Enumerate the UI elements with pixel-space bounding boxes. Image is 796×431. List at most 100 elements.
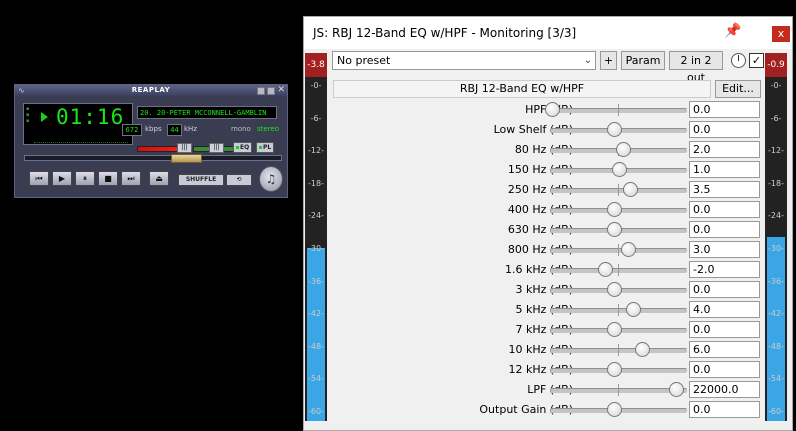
repeat-button[interactable]: ⟲ [226,174,252,186]
eq-toggle-button[interactable]: EQ [233,142,253,153]
meter-tick-label: -12- [768,146,784,156]
meter-tick-label: -48- [768,341,784,351]
close-button[interactable]: x [772,26,790,42]
mono-indicator: mono [231,125,251,133]
seek-thumb[interactable] [171,154,202,163]
slider-thumb[interactable] [621,242,636,257]
slider-thumb[interactable] [616,142,632,157]
led-icon [236,146,239,149]
close-icon[interactable]: ✕ [277,85,285,95]
eject-button[interactable]: ⏏ [149,171,169,186]
meter-tick-label: -24- [308,211,324,221]
slider-thumb[interactable] [623,182,639,197]
wet-dry-knob[interactable] [731,53,746,68]
pin-icon[interactable]: 📌 [724,23,741,39]
elapsed-time[interactable]: 01:16 [56,105,124,129]
slider-thumb[interactable] [545,102,560,117]
seek-bar[interactable] [24,155,282,161]
meter-tick-label: -18- [768,178,784,188]
parameter-value-field[interactable]: -2.0 [689,261,760,278]
slider-thumb[interactable] [607,322,622,337]
meter-fill [767,237,785,421]
parameter-value-field[interactable]: 22000.0 [689,381,760,398]
balance-thumb[interactable]: ||| [209,143,224,153]
slider-thumb[interactable] [607,282,622,297]
fx-titlebar[interactable]: JS: RBJ 12-Band EQ w/HPF - Monitoring [3… [304,17,792,49]
meter-tick-label: -18- [308,178,324,188]
playlist-toggle-label: PL [263,144,272,151]
parameter-value-field[interactable]: 0.0 [689,401,760,418]
meter-tick-label: -0- [770,81,782,90]
player-titlebar[interactable]: ∿ REAPLAY ✕ [15,85,287,96]
parameter-value-field[interactable]: 3.0 [689,241,760,258]
add-preset-button[interactable]: + [600,51,617,70]
shuffle-label: SHUFFLE [185,176,217,183]
next-icon: ⏭ [127,174,135,183]
previous-button[interactable]: ⏮ [29,171,49,186]
edit-button[interactable]: Edit... [715,80,761,98]
track-marquee[interactable]: 20. 20-PETER MCCONNELL-GAMBLIN [137,106,277,119]
app-logo-icon[interactable]: ♫ [259,166,283,192]
parameter-row: Output Gain (dB) 0.0 [332,400,762,420]
media-player-window: ∿ REAPLAY ✕ ▪ ▪ ▪ 01:16 20. 20-PETER MCCON… [14,84,288,198]
play-button[interactable]: ▶ [52,171,72,186]
chevron-down-icon: ⌄ [583,55,592,66]
parameter-value-field[interactable]: 6.0 [689,341,760,358]
meter-peak-left[interactable]: -3.8 [305,53,327,77]
slider-thumb[interactable] [607,362,622,377]
slider-thumb[interactable] [597,262,613,277]
parameter-value-field[interactable]: 0.0 [689,201,760,218]
meter-tick-label: -60- [308,407,324,416]
play-state-icon [41,112,48,122]
pause-button[interactable]: ⏸ [75,171,95,186]
slider-thumb[interactable] [607,402,622,417]
time-display[interactable]: ▪ ▪ ▪ 01:16 [23,103,133,145]
parameter-value-field[interactable]: 0.0 [689,361,760,378]
meter-tick-label: -24- [768,211,784,221]
parameter-value-field[interactable]: 1.0 [689,161,760,178]
stereo-indicator: stereo [257,125,280,133]
parameter-value-field[interactable]: 2.0 [689,141,760,158]
next-button[interactable]: ⏭ [121,171,141,186]
preset-dropdown[interactable]: No preset ⌄ [332,51,596,70]
meter-tick-label: -36- [308,276,324,286]
previous-icon: ⏮ [35,174,43,183]
output-meter-right[interactable]: -0.9 -0- -6- -12- -18- -24- -30- -36- -42- -48- -… [765,53,787,421]
pin-routing-button[interactable]: 2 in 2 out [669,51,723,84]
led-icon [259,146,262,149]
input-meter-left[interactable]: -3.8 -0- -6- -12- -18- -24- -30- -36- -42- -48- -… [305,53,327,421]
slider-thumb[interactable] [611,162,627,177]
eq-toggle-label: EQ [240,144,250,151]
parameter-value-field[interactable]: 0.0 [689,221,760,238]
slider-thumb[interactable] [607,222,622,237]
slider-thumb[interactable] [607,202,622,217]
param-button[interactable]: Param [621,51,665,70]
slider-thumb[interactable] [625,302,641,317]
playlist-toggle-button[interactable]: PL [256,142,275,153]
shuffle-button[interactable]: SHUFFLE [178,174,224,186]
parameter-value-field[interactable]: 3.5 [689,181,760,198]
volume-thumb[interactable]: ||| [177,143,192,153]
meter-tick-label: -30- [308,244,324,253]
parameter-value-field[interactable]: 0.0 [689,101,760,118]
meter-tick-label: -42- [768,309,784,319]
parameter-value-field[interactable]: 0.0 [689,121,760,138]
parameter-row: 12 kHz (dB) 0.0 [332,360,762,380]
meter-tick-label: -6- [770,113,782,123]
bypass-checkbox[interactable]: ✓ [749,53,764,68]
parameter-value-field[interactable]: 0.0 [689,321,760,338]
meter-peak-right[interactable]: -0.9 [765,53,787,77]
parameter-value-field[interactable]: 0.0 [689,281,760,298]
visualizer[interactable] [34,131,128,143]
slider-thumb[interactable] [607,122,622,137]
meter-tick-label: -54- [768,374,784,384]
shade-icon[interactable] [267,87,275,95]
minimize-icon[interactable] [257,87,265,95]
slider-thumb[interactable] [634,342,650,357]
eject-icon: ⏏ [155,174,163,183]
parameter-row: 80 Hz (dB) 2.0 [332,140,762,160]
parameter-value-field[interactable]: 4.0 [689,301,760,318]
stop-button[interactable]: ■ [98,171,118,186]
parameter-row: 5 kHz (dB) 4.0 [332,300,762,320]
slider-thumb[interactable] [669,382,684,397]
